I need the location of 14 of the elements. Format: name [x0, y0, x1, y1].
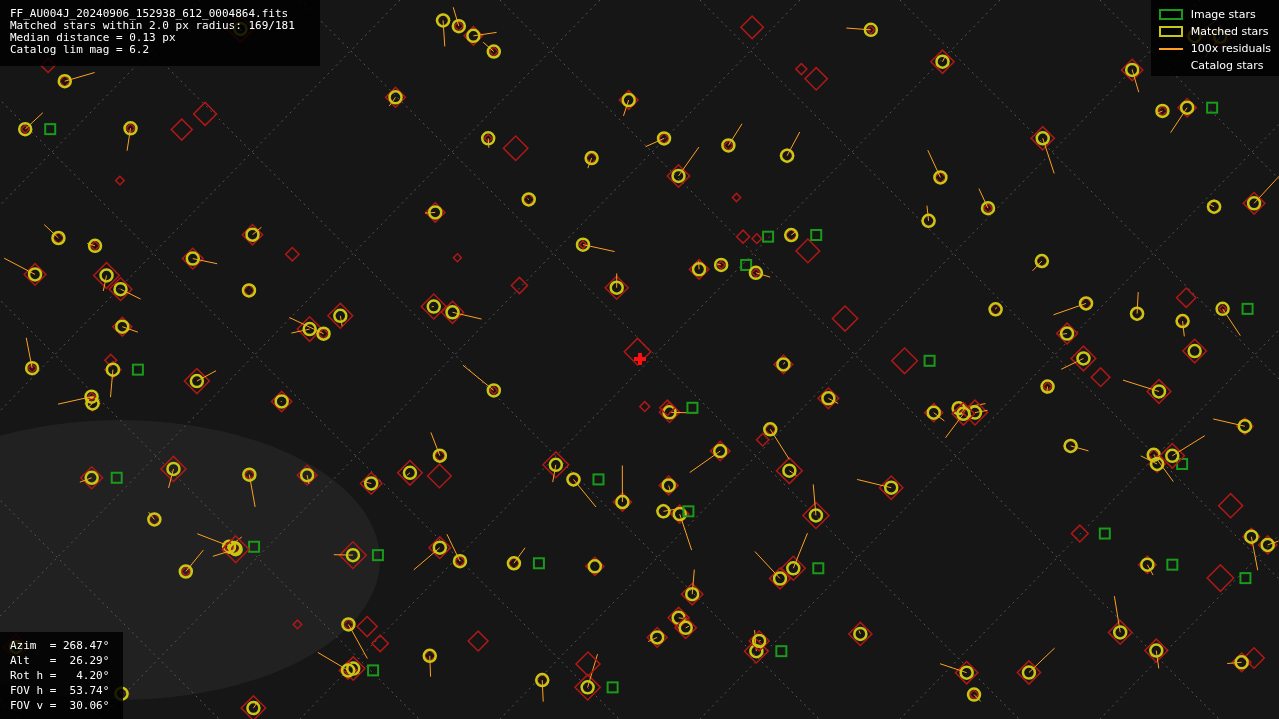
- pointing-text: Azim = 268.47°: [10, 638, 110, 653]
- info-text: FF_AU004J_20240906_152938_612_0004864.fits: [10, 8, 290, 20]
- legend-label: 100x residuals: [1190, 42, 1271, 55]
- pointing-text: Alt = 26.29°: [10, 653, 110, 668]
- info-text: Median distance = 0.13 px: [10, 32, 177, 44]
- pointing-text: FOV v = 30.06°: [10, 698, 110, 713]
- pointing-text: FOV h = 53.74°: [10, 683, 110, 698]
- legend-label: Image stars: [1190, 8, 1256, 21]
- legend-label: Catalog stars: [1190, 59, 1264, 72]
- info-text: Catalog lim mag = 6.2: [10, 44, 151, 56]
- info-text: Matched stars within 2.0 px radius: 169/181: [10, 20, 296, 32]
- crosshair-icon: [634, 353, 646, 365]
- pointing-text: Rot h = 4.20°: [10, 668, 110, 683]
- legend-label: Matched stars: [1190, 25, 1269, 38]
